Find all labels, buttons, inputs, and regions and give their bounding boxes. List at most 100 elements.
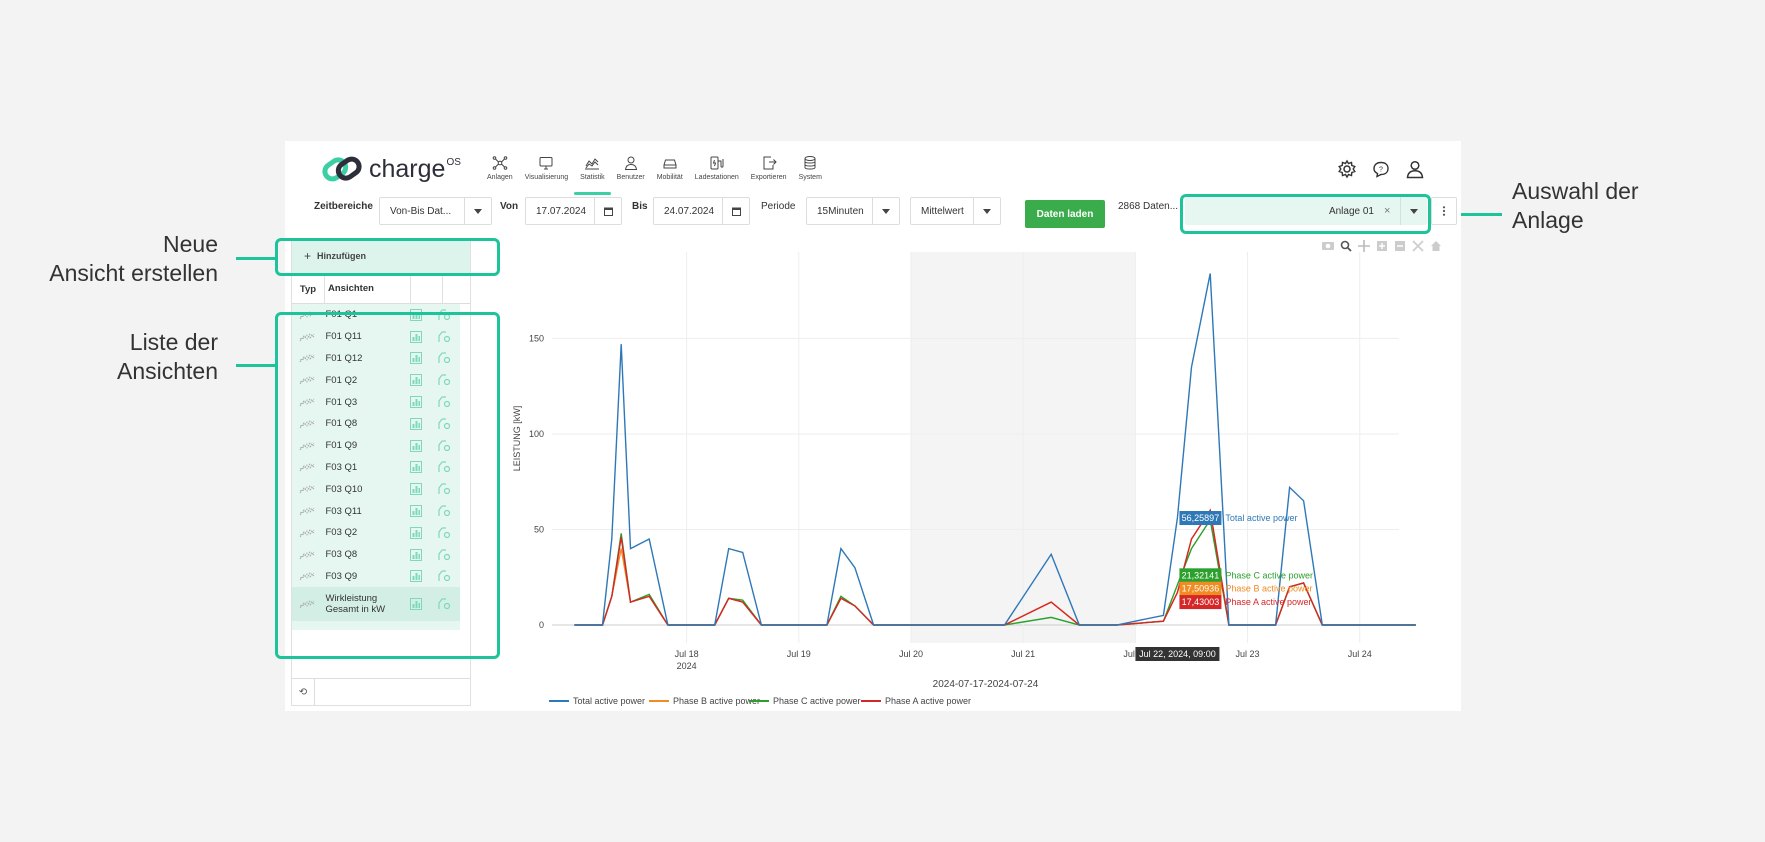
x-axis-title: 2024-07-17-2024-07-24 bbox=[933, 679, 1039, 690]
hover-series-name: Phase C active power bbox=[1225, 570, 1313, 580]
period-value: 15Minuten bbox=[817, 205, 864, 217]
line-chart[interactable]: 050100150Jul 18 Jul 19 Jul 20 Jul 21 Jul 22 J… bbox=[494, 238, 1454, 708]
hover-x-label: Jul 22, 2024, 09:00 bbox=[1139, 649, 1216, 659]
logo-text: charge bbox=[369, 154, 446, 183]
user-icon bbox=[624, 156, 637, 170]
x-tick-label: Jul 24 bbox=[1348, 649, 1372, 659]
connector-line bbox=[236, 364, 276, 367]
svg-text:?: ? bbox=[1379, 167, 1383, 174]
legend-label[interactable]: Phase A active power bbox=[885, 696, 971, 706]
x-tick-label: Jul 23 bbox=[1236, 649, 1260, 659]
from-label: Von bbox=[500, 201, 519, 212]
nav-item-label: Statistik bbox=[580, 174, 605, 181]
time-range-label: Zeitbereiche bbox=[314, 201, 373, 212]
x-tick-year-label: 2024 bbox=[677, 661, 697, 671]
to-date-input[interactable]: 24.07.2024 bbox=[653, 197, 750, 225]
to-label: Bis bbox=[632, 201, 648, 212]
logo-superscript: OS bbox=[446, 152, 461, 168]
sidebar-footer: ⟲ bbox=[292, 678, 470, 705]
nav-item-anlagen[interactable]: Anlagen bbox=[481, 155, 519, 193]
chevron-down-icon[interactable] bbox=[464, 198, 491, 224]
network-icon bbox=[492, 156, 508, 170]
x-tick-label: Jul 19 bbox=[787, 649, 811, 659]
x-tick-label: Jul 18 bbox=[675, 649, 699, 659]
database-icon bbox=[804, 156, 816, 170]
annotation-view-list-line2: Ansichten bbox=[116, 358, 218, 384]
hover-value: 56,25897 bbox=[1182, 513, 1220, 523]
more-options-button[interactable] bbox=[1431, 197, 1457, 225]
annotation-new-view: Neue Ansicht erstellen bbox=[30, 230, 218, 288]
nav-item-statistik[interactable]: Statistik bbox=[574, 155, 611, 195]
legend-label[interactable]: Total active power bbox=[573, 696, 645, 706]
nav-item-label: Benutzer bbox=[616, 174, 645, 181]
annotation-plant-select-line2: Anlage bbox=[1512, 207, 1584, 233]
export-icon bbox=[763, 156, 777, 170]
calendar-icon[interactable] bbox=[722, 198, 749, 224]
load-data-button[interactable]: Daten laden bbox=[1025, 200, 1105, 228]
kebab-icon bbox=[1442, 206, 1446, 216]
connector-line bbox=[236, 257, 276, 260]
nav-item-visualisierung[interactable]: Visualisierung bbox=[519, 155, 574, 193]
refresh-icon[interactable]: ⟲ bbox=[292, 679, 315, 705]
column-divider bbox=[442, 275, 443, 303]
legend-label[interactable]: Phase C active power bbox=[773, 696, 861, 706]
chat-help-icon[interactable]: ? bbox=[1371, 159, 1391, 179]
chart-area: 0 50 100 150 Jul 18 Jul 19 Jul 20 Jul 21 Jul 22 J… bbox=[494, 238, 1454, 708]
hover-series-name: Phase A active power bbox=[1225, 597, 1311, 607]
aggregation-value: Mittelwert bbox=[921, 205, 964, 217]
profile-icon[interactable] bbox=[1405, 159, 1425, 179]
column-divider bbox=[410, 275, 411, 303]
nav-item-system[interactable]: System bbox=[793, 155, 828, 193]
annotation-view-list: Liste der Ansichten bbox=[30, 328, 218, 386]
time-range-select[interactable]: Von-Bis Dat... bbox=[379, 197, 492, 225]
nav-item-label: Ladestationen bbox=[694, 174, 739, 181]
y-tick-label: 0 bbox=[539, 620, 544, 630]
column-views-header[interactable]: Ansichten bbox=[328, 283, 374, 294]
nav-item-exportieren[interactable]: Exportieren bbox=[745, 155, 793, 193]
highlight-add-view bbox=[275, 238, 500, 276]
chargeos-logo[interactable]: charge OS bbox=[321, 151, 461, 187]
header-actions: ? bbox=[1337, 159, 1425, 179]
y-axis-title: LEISTUNG [kW] bbox=[512, 406, 522, 472]
y-tick-label: 50 bbox=[534, 524, 544, 534]
period-label: Periode bbox=[761, 201, 796, 212]
nav-item-label: System bbox=[798, 174, 822, 181]
hover-series-name: Phase B active power bbox=[1225, 584, 1312, 594]
aggregation-select[interactable]: Mittelwert bbox=[910, 197, 1001, 225]
column-type-header[interactable]: Typ bbox=[292, 275, 325, 303]
calendar-icon[interactable] bbox=[594, 198, 621, 224]
x-tick-label: Jul 21 bbox=[1011, 649, 1035, 659]
nav-item-benutzer[interactable]: Benutzer bbox=[611, 155, 651, 193]
annotation-plant-select: Auswahl der Anlage bbox=[1512, 177, 1639, 235]
from-date-input[interactable]: 17.07.2024 bbox=[525, 197, 622, 225]
nav-item-mobilität[interactable]: Mobilität bbox=[651, 155, 689, 193]
annotation-view-list-line1: Liste der bbox=[129, 329, 218, 355]
annotation-new-view-line1: Neue bbox=[163, 231, 218, 257]
car-icon bbox=[663, 159, 677, 169]
hover-series-name: Total active power bbox=[1225, 513, 1297, 523]
legend-label[interactable]: Phase B active power bbox=[673, 696, 760, 706]
annotation-plant-select-line1: Auswahl der bbox=[1512, 178, 1639, 204]
hover-value: 17,50936 bbox=[1182, 584, 1220, 594]
nav-item-ladestationen[interactable]: Ladestationen bbox=[689, 155, 745, 193]
period-select[interactable]: 15Minuten bbox=[806, 197, 900, 225]
charger-icon bbox=[710, 156, 724, 170]
data-count-text: 2868 Daten... bbox=[1118, 201, 1179, 212]
chain-logo-icon bbox=[322, 156, 362, 182]
nav-item-label: Visualisierung bbox=[524, 174, 569, 181]
time-range-value: Von-Bis Dat... bbox=[390, 205, 452, 217]
from-date-value: 17.07.2024 bbox=[536, 205, 587, 217]
to-date-value: 24.07.2024 bbox=[664, 205, 715, 217]
annotation-new-view-line2: Ansicht erstellen bbox=[49, 260, 218, 286]
y-tick-label: 150 bbox=[529, 333, 544, 343]
nav-item-label: Mobilität bbox=[656, 174, 683, 181]
chart-icon bbox=[585, 158, 600, 170]
view-list-header: Typ Ansichten bbox=[292, 275, 470, 304]
chevron-down-icon[interactable] bbox=[872, 198, 899, 224]
settings-icon[interactable] bbox=[1337, 159, 1357, 179]
highlight-plant-select bbox=[1180, 194, 1431, 234]
monitor-icon bbox=[539, 157, 553, 170]
x-tick-label: Jul 20 bbox=[899, 649, 923, 659]
nav-item-label: Anlagen bbox=[487, 174, 513, 181]
chevron-down-icon[interactable] bbox=[973, 198, 1000, 224]
